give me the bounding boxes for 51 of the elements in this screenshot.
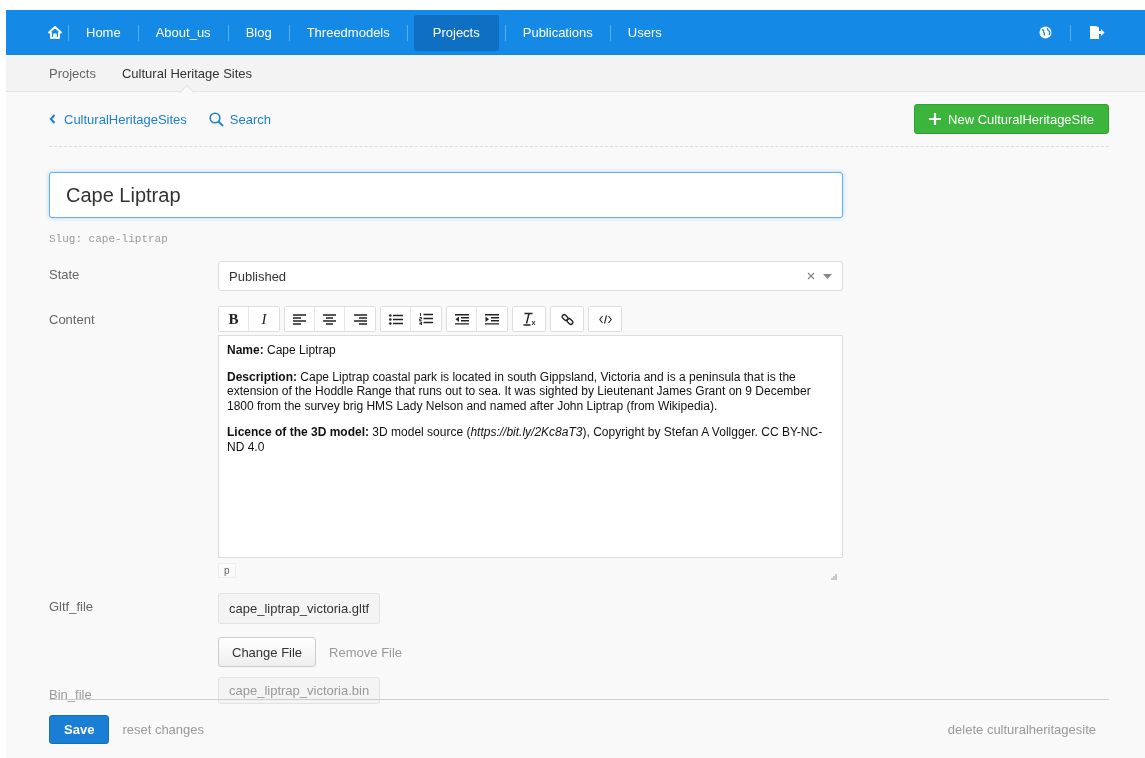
state-select[interactable]: Published <box>218 261 843 291</box>
content-label: Content <box>49 311 96 327</box>
align-center-icon[interactable] <box>323 313 336 325</box>
bullet-list-icon[interactable] <box>388 313 403 325</box>
clear-format-button[interactable] <box>513 307 545 331</box>
logout-icon[interactable] <box>1089 25 1105 40</box>
breadcrumb-link[interactable]: Cultural Heritage Sites <box>121 65 253 81</box>
nav-tab[interactable]: Projects <box>413 14 499 51</box>
code-button[interactable] <box>589 307 621 331</box>
file-label: Bin_file <box>49 686 93 702</box>
align-right-icon[interactable] <box>353 313 367 325</box>
file-name: cape_liptrap_victoria.gltf <box>218 593 381 624</box>
file-label: Gltf_file <box>49 598 95 614</box>
back-link[interactable]: CulturalHeritageSites <box>49 111 187 127</box>
back-chevron-icon[interactable] <box>49 114 56 124</box>
code-icon[interactable] <box>598 314 612 324</box>
indent-icon[interactable] <box>485 313 499 325</box>
delete-link[interactable]: delete culturalheritagesite <box>947 721 1096 737</box>
change-file-button[interactable]: Change File <box>218 637 317 667</box>
globe-icon[interactable] <box>1039 26 1052 39</box>
content-paragraph: Name: Cape Liptrap <box>227 343 337 358</box>
element-path-tag[interactable]: p <box>218 563 236 578</box>
state-label: State <box>49 266 81 282</box>
align-left-icon[interactable] <box>293 313 306 325</box>
file-name: cape_liptrap_victoria.bin <box>218 677 381 704</box>
clear-format-icon[interactable] <box>522 312 536 326</box>
new-site-button[interactable]: New CulturalHeritageSite <box>914 104 1109 134</box>
dropdown-caret-icon[interactable] <box>823 273 832 279</box>
outdent-button[interactable] <box>447 307 477 331</box>
link-icon[interactable] <box>560 312 574 326</box>
bold-button[interactable]: B <box>219 307 249 331</box>
align-left-button[interactable] <box>285 307 315 331</box>
resize-grip-icon[interactable] <box>831 574 837 580</box>
link-button[interactable] <box>551 307 583 331</box>
numbered-list-icon[interactable] <box>419 313 433 325</box>
content-paragraph: Description: Cape Liptrap coastal park is located in south Gippsland, Victoria and is a peninsula that is the extension of the Hoddle Range that runs out to sea. It was sighted by Lieutenant James Grant on 9 December 1800 from the survey brig HMS Lady Nelson and named after John Liptrap (from Wikipedia). <box>227 369 812 413</box>
home-icon[interactable] <box>48 26 62 39</box>
clear-icon[interactable] <box>807 272 815 280</box>
save-button[interactable]: Save <box>49 714 110 744</box>
breadcrumb-link[interactable]: Projects <box>49 65 96 81</box>
reset-changes-link[interactable]: reset changes <box>122 721 205 737</box>
outdent-icon[interactable] <box>454 313 469 325</box>
search-icon[interactable] <box>208 111 224 127</box>
bullet-list-button[interactable] <box>381 307 411 331</box>
remove-file-link[interactable]: Remove File <box>329 644 403 660</box>
slug-text: Slug: cape-liptrap <box>49 233 169 245</box>
title-input[interactable]: Cape Liptrap <box>49 172 843 218</box>
search-link[interactable]: Search <box>208 111 272 127</box>
content-paragraph: Licence of the 3D model: 3D model source (https://bit.ly/2Kc8aT3), Copyright by Stefan A Vollgger. CC BY-NC-ND 4.0 <box>227 425 824 454</box>
rich-text-editor[interactable] <box>218 335 843 558</box>
plus-icon[interactable] <box>929 113 942 125</box>
